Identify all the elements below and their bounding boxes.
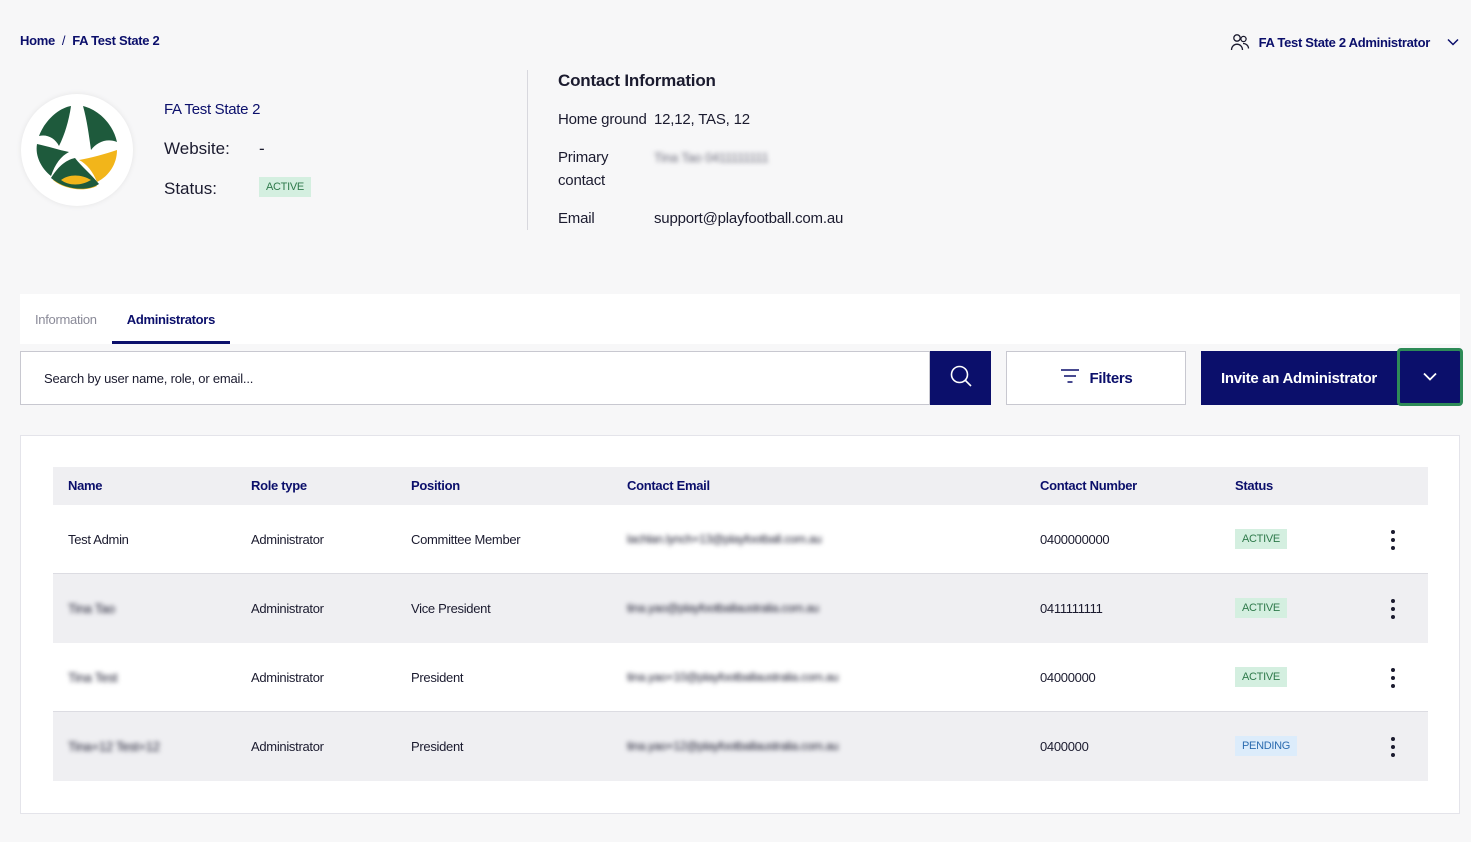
table-row[interactable]: Tina+12 Test+12 Administrator President …: [53, 712, 1428, 781]
breadcrumb: Home / FA Test State 2: [20, 33, 160, 48]
user-menu-label: FA Test State 2 Administrator: [1258, 34, 1431, 50]
cell-phone: 0400000000: [1040, 532, 1110, 547]
column-header-role-type[interactable]: Role type: [251, 478, 307, 493]
header-divider: [527, 70, 528, 230]
cell-role: Administrator: [251, 601, 324, 616]
cell-role: Administrator: [251, 739, 324, 754]
primary-contact-value: Tina Tao 0411111111: [654, 150, 769, 165]
cell-position: President: [411, 739, 464, 754]
email-label: Email: [558, 210, 595, 227]
invite-administrator-button[interactable]: Invite an Administrator: [1201, 351, 1400, 405]
cell-email: tina.yao+12@playfootballaustralia.com.au: [627, 739, 839, 753]
user-menu[interactable]: FA Test State 2 Administrator: [1230, 32, 1459, 52]
search-input[interactable]: [44, 370, 929, 386]
filters-button[interactable]: Filters: [1006, 351, 1186, 405]
column-header-position[interactable]: Position: [411, 478, 460, 493]
breadcrumb-current[interactable]: FA Test State 2: [72, 33, 160, 48]
tab-information[interactable]: Information: [20, 294, 112, 344]
row-actions-icon[interactable]: [1383, 527, 1403, 553]
cell-name: Test Admin: [68, 532, 129, 547]
chevron-down-icon: [1423, 368, 1437, 386]
cell-name: Tina+12 Test+12: [68, 739, 160, 754]
table-row[interactable]: Tina Tao Administrator Vice President ti…: [53, 574, 1428, 643]
chevron-down-icon: [1447, 38, 1459, 46]
website-value: -: [259, 139, 265, 158]
users-icon: [1230, 32, 1250, 52]
contact-title: Contact Information: [558, 71, 716, 90]
cell-position: President: [411, 670, 464, 685]
row-actions-icon[interactable]: [1383, 596, 1403, 622]
org-name: FA Test State 2: [164, 101, 261, 118]
cell-role: Administrator: [251, 532, 324, 547]
status-badge: PENDING: [1235, 736, 1298, 756]
row-actions-icon[interactable]: [1383, 665, 1403, 691]
search-icon: [949, 364, 973, 393]
administrators-table: Name Role type Position Contact Email Co…: [20, 435, 1460, 814]
table-row[interactable]: Test Admin Administrator Committee Membe…: [53, 505, 1428, 574]
search-button[interactable]: [930, 351, 991, 405]
website-label: Website:: [164, 139, 230, 158]
column-header-status[interactable]: Status: [1235, 478, 1273, 493]
cell-phone: 0411111111: [1040, 601, 1103, 616]
breadcrumb-separator: /: [61, 33, 66, 48]
cell-position: Vice President: [411, 601, 491, 616]
cell-name: Tina Test: [68, 670, 118, 685]
cell-phone: 04000000: [1040, 670, 1096, 685]
filters-label: Filters: [1089, 369, 1133, 387]
breadcrumb-home-link[interactable]: Home: [20, 33, 55, 48]
org-logo: [21, 94, 133, 206]
website-row: Website: -: [164, 139, 265, 159]
email-value[interactable]: support@playfootball.com.au: [654, 207, 843, 230]
status-badge: ACTIVE: [1235, 598, 1287, 618]
cell-name: Tina Tao: [68, 601, 115, 616]
status-badge: ACTIVE: [1235, 529, 1287, 549]
search-box: [20, 351, 930, 405]
column-header-contact-number[interactable]: Contact Number: [1040, 478, 1137, 493]
cell-email: lachlan.lynch+13@playfootball.com.au: [627, 532, 822, 546]
status-badge: ACTIVE: [259, 177, 311, 197]
tab-bar: Information Administrators: [20, 294, 1460, 344]
football-australia-logo-icon: [29, 102, 125, 198]
status-badge: ACTIVE: [1235, 667, 1287, 687]
column-header-contact-email[interactable]: Contact Email: [627, 478, 710, 493]
row-actions-icon[interactable]: [1383, 734, 1403, 760]
filter-icon: [1060, 368, 1080, 388]
invite-label: Invite an Administrator: [1221, 369, 1377, 387]
invite-dropdown-button[interactable]: [1397, 348, 1463, 406]
table-row[interactable]: Tina Test Administrator President tina.y…: [53, 643, 1428, 712]
status-label: Status:: [164, 179, 217, 198]
home-ground-value: 12,12, TAS, 12: [654, 111, 750, 128]
cell-email: tina.yao@playfootballaustralia.com.au: [627, 601, 819, 615]
home-ground-label: Home ground: [558, 111, 647, 128]
cell-email: tina.yao+10@playfootballaustralia.com.au: [627, 670, 839, 684]
table-header: Name Role type Position Contact Email Co…: [53, 467, 1428, 505]
column-header-name[interactable]: Name: [68, 478, 103, 493]
cell-phone: 0400000: [1040, 739, 1089, 754]
cell-role: Administrator: [251, 670, 324, 685]
cell-position: Committee Member: [411, 532, 521, 547]
primary-contact-label: Primary contact: [558, 149, 609, 189]
tab-administrators[interactable]: Administrators: [111, 294, 230, 344]
status-row: Status: ACTIVE: [164, 177, 311, 199]
